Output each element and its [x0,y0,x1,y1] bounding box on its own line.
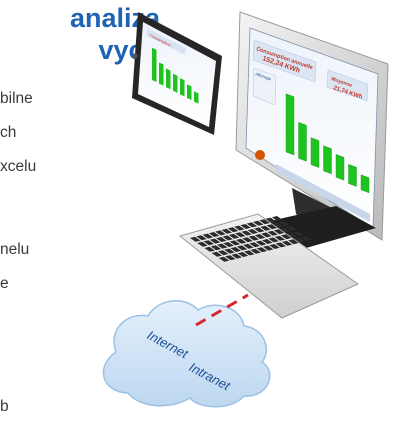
monitor-bar [348,164,357,187]
tablet-bar [166,68,171,90]
tablet-bar [194,91,199,104]
monitor-bar [298,122,307,162]
monitor-bar [335,154,345,181]
tablet-bar [180,78,185,97]
monitor-bar [360,174,370,194]
tablet-device: Consumption [132,12,222,135]
tablet-home-button [132,53,138,59]
tablet-bar [152,47,157,82]
monitor-bar [285,93,295,156]
monitor-bar [310,137,320,168]
illustration: Internet Intranet Consumption Consumptio… [102,11,389,408]
tablet-bar [173,73,178,93]
tablet-bar [187,84,192,100]
monitor-footer-icon [255,150,265,160]
monitor-bar [323,145,332,175]
tablet-bar [159,62,164,86]
network-cloud: Internet Intranet [102,300,271,408]
